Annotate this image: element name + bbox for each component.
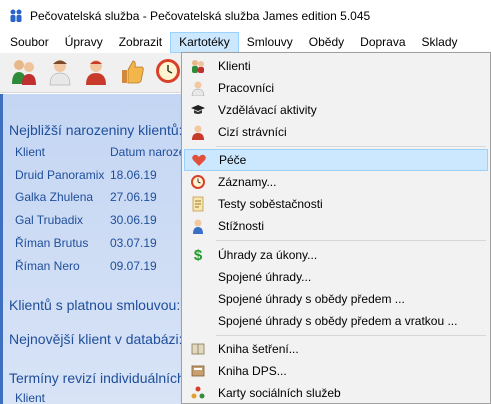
newest-client-title: Nejnovější klient v databázi: xyxy=(9,331,183,347)
menu-bar: Soubor Úpravy Zobrazit Kartotéky Smlouvy… xyxy=(0,32,491,53)
menu-item-label: Karty sociálních služeb xyxy=(218,386,341,400)
contract-count-title: Klientů s platnou smlouvou: xyxy=(9,297,181,313)
person-icon xyxy=(190,218,206,234)
thumbs-up-icon xyxy=(117,56,147,89)
menu-item-label: Pracovníci xyxy=(218,81,275,95)
menu-item-label: Cizí strávníci xyxy=(218,125,287,139)
menu-item-testy-sobestacnosti[interactable]: Testy soběstačnosti xyxy=(184,193,488,215)
birthday-row-name[interactable]: Říman Nero xyxy=(15,259,80,273)
clients-icon xyxy=(190,58,206,74)
graduation-cap-icon xyxy=(190,102,206,118)
clients-group-icon xyxy=(9,56,39,89)
menu-item-cizi-stravnici[interactable]: Cizí strávníci xyxy=(184,121,488,143)
menu-item-label: Kniha šetření... xyxy=(218,342,299,356)
dollar-icon: $ xyxy=(193,246,203,264)
menu-item-kniha-setreni[interactable]: Kniha šetření... xyxy=(184,338,488,360)
menu-item-label: Spojené úhrady s obědy předem ... xyxy=(218,292,405,306)
menu-separator xyxy=(216,146,486,147)
menu-item-uhrady-za-ukony[interactable]: $ Úhrady za úkony... xyxy=(184,244,488,266)
menu-item-stiznosti[interactable]: Stížnosti xyxy=(184,215,488,237)
menu-soubor[interactable]: Soubor xyxy=(2,32,57,53)
menu-item-spojene-uhrady[interactable]: Spojené úhrady... xyxy=(184,266,488,288)
revisions-col-client: Klient xyxy=(15,391,46,404)
menu-sklady[interactable]: Sklady xyxy=(414,32,466,53)
clock-icon xyxy=(153,56,183,89)
menu-doprava[interactable]: Doprava xyxy=(352,32,413,53)
menu-separator xyxy=(216,335,486,336)
menu-item-label: Klienti xyxy=(218,59,251,73)
menu-item-pece[interactable]: Péče xyxy=(184,149,488,171)
revisions-title: Termíny revizí individuálních p xyxy=(9,370,197,386)
title-bar: Pečovatelská služba - Pečovatelská služb… xyxy=(0,0,491,32)
menu-item-label: Úhrady za úkony... xyxy=(218,248,318,262)
app-logo-icon xyxy=(8,8,24,24)
menu-item-vzdelavaci-aktivity[interactable]: Vzdělávací aktivity xyxy=(184,99,488,121)
clock-icon xyxy=(190,174,206,190)
menu-item-spojene-uhrady-obedy[interactable]: Spojené úhrady s obědy předem ... xyxy=(184,288,488,310)
diner-icon xyxy=(190,124,206,140)
toolbar-worker-button[interactable] xyxy=(78,55,114,91)
toolbar-clients-button[interactable] xyxy=(6,55,42,91)
menu-item-label: Testy soběstačnosti xyxy=(218,197,323,211)
birthday-row-date: 30.06.19 xyxy=(110,213,157,227)
checklist-icon xyxy=(190,196,206,212)
birthday-row-name[interactable]: Gal Trubadix xyxy=(15,213,83,227)
birthday-row-name[interactable]: Galka Zhulena xyxy=(15,190,93,204)
menu-kartoteky[interactable]: Kartotéky xyxy=(170,32,239,53)
menu-item-label: Vzdělávací aktivity xyxy=(218,103,317,117)
book-dps-icon xyxy=(190,363,206,379)
menu-item-label: Záznamy... xyxy=(218,175,277,189)
menu-item-kniha-dps[interactable]: Kniha DPS... xyxy=(184,360,488,382)
menu-separator xyxy=(216,240,486,241)
toolbar-nurse-button[interactable] xyxy=(42,55,78,91)
menu-item-label: Kniha DPS... xyxy=(218,364,287,378)
menu-zobrazit[interactable]: Zobrazit xyxy=(111,32,170,53)
worker-icon xyxy=(190,80,206,96)
birthday-row-date: 27.06.19 xyxy=(110,190,157,204)
menu-item-zaznamy[interactable]: Záznamy... xyxy=(184,171,488,193)
window-title: Pečovatelská služba - Pečovatelská služb… xyxy=(30,9,371,23)
kartoteky-dropdown-menu: Klienti Pracovníci Vzdělávací aktivity C… xyxy=(181,52,491,404)
cards-icon xyxy=(190,385,206,401)
birthday-row-name[interactable]: Druid Panoramix xyxy=(15,168,104,182)
menu-item-spojene-uhrady-obedy-vratka[interactable]: Spojené úhrady s obědy předem a vratkou … xyxy=(184,310,488,332)
birthdays-title: Nejbližší narozeniny klientů: xyxy=(9,122,183,138)
birthdays-col-client: Klient xyxy=(15,145,46,159)
birthday-row-date: 09.07.19 xyxy=(110,259,157,273)
menu-obedy[interactable]: Obědy xyxy=(301,32,352,53)
menu-item-label: Spojené úhrady... xyxy=(218,270,312,284)
menu-item-label: Stížnosti xyxy=(218,219,265,233)
menu-upravy[interactable]: Úpravy xyxy=(57,32,111,53)
book-icon xyxy=(190,341,206,357)
menu-item-label: Péče xyxy=(219,153,247,167)
birthdays-col-date: Datum naroze xyxy=(110,145,186,159)
worker-icon xyxy=(81,56,111,89)
birthday-row-date: 18.06.19 xyxy=(110,168,157,182)
menu-item-karty-socialnich-sluzeb[interactable]: Karty sociálních služeb xyxy=(184,382,488,404)
menu-smlouvy[interactable]: Smlouvy xyxy=(239,32,301,53)
nurse-icon xyxy=(45,56,75,89)
menu-item-pracovnici[interactable]: Pracovníci xyxy=(184,77,488,99)
birthday-row-name[interactable]: Říman Brutus xyxy=(15,236,88,250)
menu-item-klienti[interactable]: Klienti xyxy=(184,55,488,77)
heart-icon xyxy=(191,152,207,168)
toolbar-thumbs-up-button[interactable] xyxy=(114,55,150,91)
birthday-row-date: 03.07.19 xyxy=(110,236,157,250)
menu-item-label: Spojené úhrady s obědy předem a vratkou … xyxy=(218,314,458,328)
